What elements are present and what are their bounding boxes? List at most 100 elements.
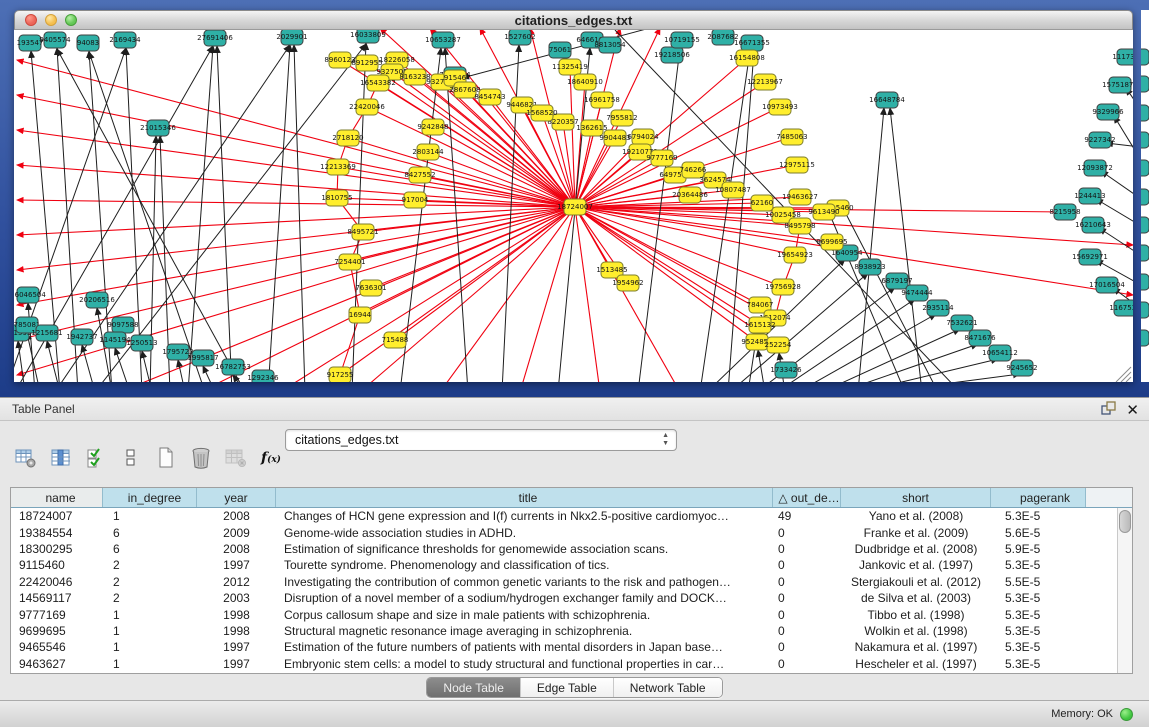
table-cell: 19384554 bbox=[11, 526, 103, 540]
network-canvas[interactable]: 1935479405574940832169434276914062029901… bbox=[14, 30, 1133, 382]
table-cell: 5.3E-5 bbox=[991, 640, 1086, 654]
graph-edge-black[interactable] bbox=[890, 108, 922, 382]
graph-edge-black[interactable] bbox=[860, 359, 998, 382]
graph-edge-black[interactable] bbox=[115, 348, 130, 382]
graph-edge-black[interactable] bbox=[294, 45, 305, 382]
table-cell: 9465546 bbox=[11, 640, 103, 654]
delete-button[interactable] bbox=[189, 445, 213, 471]
table-settings-button[interactable] bbox=[14, 445, 38, 471]
adjacent-window-sliver bbox=[1141, 10, 1149, 382]
table-selector-dropdown[interactable]: citations_edges.txt ▲▼ bbox=[285, 429, 677, 451]
vertical-scrollbar[interactable] bbox=[1117, 508, 1132, 673]
table-toolbar: f(x) citations_edges.txt ▲▼ bbox=[14, 440, 283, 476]
graph-node-label: 6794024 bbox=[627, 133, 659, 141]
graph-node-label: 12213967 bbox=[747, 78, 783, 86]
select-columns-button[interactable] bbox=[84, 445, 108, 471]
graph-node-label: 6879197 bbox=[881, 277, 912, 285]
column-header-in_degree[interactable]: in_degree bbox=[103, 488, 197, 507]
graph-node-partial[interactable] bbox=[1141, 105, 1149, 121]
graph-edge-red[interactable] bbox=[200, 207, 575, 382]
table-row[interactable]: 977716911998Corpus callosum shape and si… bbox=[11, 606, 1132, 622]
graph-edge-black[interactable] bbox=[352, 43, 366, 382]
column-header-title[interactable]: title bbox=[276, 488, 773, 507]
graph-node-label: 1244413 bbox=[1074, 192, 1105, 200]
graph-edge-black[interactable] bbox=[82, 345, 95, 382]
graph-node-partial[interactable] bbox=[1141, 132, 1149, 148]
graph-edge-black[interactable] bbox=[217, 46, 232, 382]
graph-node-partial[interactable] bbox=[1141, 76, 1149, 92]
close-panel-icon[interactable]: ✕ bbox=[1126, 404, 1139, 418]
table-cell: 1997 bbox=[197, 558, 276, 572]
resize-grip-icon[interactable] bbox=[1116, 367, 1131, 382]
table-cell: Estimation of the future numbers of pati… bbox=[276, 640, 773, 654]
graph-node-label: 1167533 bbox=[1109, 304, 1133, 312]
column-header-out_de[interactable]: △ out_de… bbox=[773, 488, 841, 507]
import-table-button-disabled[interactable] bbox=[224, 445, 248, 471]
graph-node-label: 1810755 bbox=[321, 194, 352, 202]
graph-edge-black[interactable] bbox=[203, 366, 215, 382]
table-row[interactable]: 946362711997Embryonic stem cells: a mode… bbox=[11, 656, 1132, 672]
column-header-name[interactable]: name bbox=[11, 488, 103, 507]
tab-network-table[interactable]: Network Table bbox=[614, 678, 722, 697]
table-row[interactable]: 1456911722003Disruption of a novel membe… bbox=[11, 590, 1132, 606]
network-desktop: citations_edges.txt 19354794055749408321… bbox=[0, 0, 1149, 397]
table-row[interactable]: 969969511998Structural magnetic resonanc… bbox=[11, 623, 1132, 639]
column-header-short[interactable]: short bbox=[841, 488, 991, 507]
table-cell: Structural magnetic resonance image aver… bbox=[276, 624, 773, 638]
graph-edge-black[interactable] bbox=[882, 374, 1020, 382]
graph-edge-black[interactable] bbox=[758, 350, 765, 382]
column-header-pagerank[interactable]: pagerank bbox=[991, 488, 1086, 507]
table-cell: 0 bbox=[773, 558, 841, 572]
float-panel-icon[interactable] bbox=[1101, 401, 1116, 421]
graph-node-partial[interactable] bbox=[1141, 330, 1149, 346]
network-graph-svg[interactable]: 1935479405574940832169434276914062029901… bbox=[14, 30, 1133, 382]
graph-node-label: 18724007 bbox=[557, 203, 593, 211]
graph-edge-black[interactable] bbox=[268, 45, 290, 382]
table-cell: 5.3E-5 bbox=[991, 624, 1086, 638]
table-row[interactable]: 911546021997Tourette syndrome. Phenomeno… bbox=[11, 557, 1132, 573]
table-cell: Changes of HCN gene expression and I(f) … bbox=[276, 509, 773, 523]
graph-edge-red[interactable] bbox=[17, 130, 575, 207]
graph-node-partial[interactable] bbox=[1141, 160, 1149, 176]
table-row[interactable]: 1872400712008Changes of HCN gene express… bbox=[11, 508, 1132, 524]
graph-edge-black[interactable] bbox=[95, 44, 366, 382]
graph-node-label: 1527602 bbox=[504, 33, 535, 41]
graph-node-partial[interactable] bbox=[1141, 49, 1149, 65]
new-document-button[interactable] bbox=[154, 445, 178, 471]
graph-edge-red[interactable] bbox=[575, 207, 600, 382]
graph-edge-red[interactable] bbox=[340, 315, 360, 375]
graph-node-label: 12093872 bbox=[1077, 164, 1113, 172]
vertical-scrollbar-thumb[interactable] bbox=[1119, 510, 1131, 533]
tab-edge-table[interactable]: Edge Table bbox=[521, 678, 614, 697]
graph-node-partial[interactable] bbox=[1141, 274, 1149, 290]
table-cell: 2009 bbox=[197, 526, 276, 540]
column-visibility-button[interactable] bbox=[49, 445, 73, 471]
graph-node-partial[interactable] bbox=[1141, 302, 1149, 318]
table-cell: 0 bbox=[773, 575, 841, 589]
graph-node-partial[interactable] bbox=[1141, 217, 1149, 233]
table-row[interactable]: 2242004622012Investigating the contribut… bbox=[11, 574, 1132, 590]
graph-edge-black[interactable] bbox=[47, 341, 60, 382]
graph-edge-black[interactable] bbox=[188, 46, 213, 382]
graph-edge-red[interactable] bbox=[348, 138, 575, 207]
network-window-titlebar[interactable]: citations_edges.txt bbox=[14, 10, 1133, 30]
column-header-year[interactable]: year bbox=[197, 488, 276, 507]
table-row[interactable]: 1830029562008Estimation of significance … bbox=[11, 541, 1132, 557]
table-cell: 22420046 bbox=[11, 575, 103, 589]
graph-node-partial[interactable] bbox=[1141, 245, 1149, 261]
graph-node-label: 7636301 bbox=[355, 284, 386, 292]
graph-node-partial[interactable] bbox=[1141, 189, 1149, 205]
graph-edge-black[interactable] bbox=[1101, 171, 1133, 205]
graph-node-label: 917255 bbox=[327, 371, 354, 379]
graph-node-label: 16154808 bbox=[729, 54, 765, 62]
table-row[interactable]: 1938455462009Genome-wide association stu… bbox=[11, 524, 1132, 540]
function-builder-button[interactable]: f(x) bbox=[259, 445, 283, 471]
tab-node-table[interactable]: Node Table bbox=[427, 678, 521, 697]
table-cell: 0 bbox=[773, 591, 841, 605]
graph-node-label: 11325419 bbox=[552, 63, 588, 71]
graph-node-label: 9329966 bbox=[1092, 108, 1124, 116]
row-layout-button[interactable] bbox=[119, 445, 143, 471]
graph-edge-black[interactable] bbox=[178, 360, 185, 382]
table-row[interactable]: 946554611997Estimation of the future num… bbox=[11, 639, 1132, 655]
graph-edge-red[interactable] bbox=[17, 207, 575, 375]
